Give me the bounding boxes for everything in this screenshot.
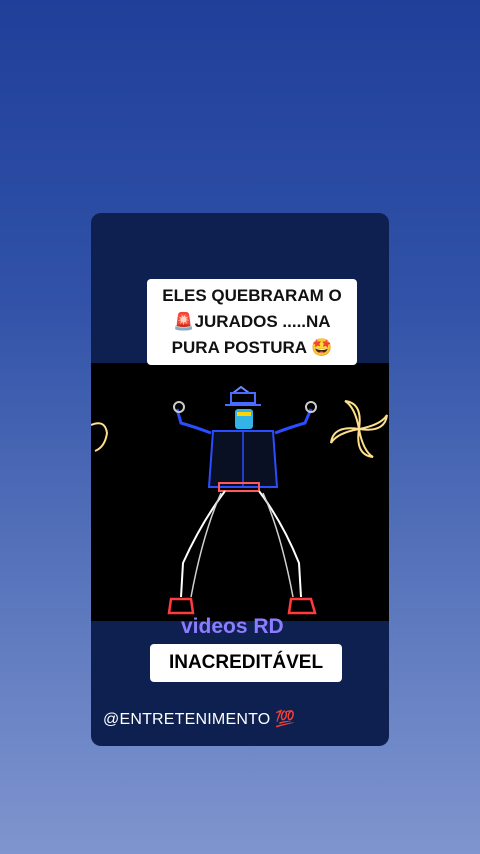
left-neon-swirl — [91, 422, 109, 452]
neon-pinwheel — [330, 400, 388, 458]
caption-box: ELES QUEBRARAM O 🚨JURADOS .....NA PURA P… — [147, 279, 357, 365]
account-handle[interactable]: @ENTRETENIMENTO 💯 — [103, 709, 295, 729]
caption-line-3: PURA POSTURA — [171, 338, 307, 357]
neon-dancer-illustration — [91, 385, 388, 615]
caption-line-1: ELES QUEBRARAM O — [162, 286, 342, 305]
siren-icon: 🚨 — [173, 312, 195, 332]
handle-text: @ENTRETENIMENTO — [103, 711, 271, 728]
watermark-label: videos RD — [181, 615, 284, 638]
tag-label: INACREDITÁVEL — [150, 644, 342, 682]
hundred-points-icon: 💯 — [275, 709, 296, 728]
story-card: ELES QUEBRARAM O 🚨JURADOS .....NA PURA P… — [91, 213, 389, 746]
star-struck-icon: 🤩 — [311, 338, 333, 358]
caption-line-2: JURADOS .....NA — [194, 312, 331, 331]
video-frame[interactable] — [91, 363, 389, 621]
